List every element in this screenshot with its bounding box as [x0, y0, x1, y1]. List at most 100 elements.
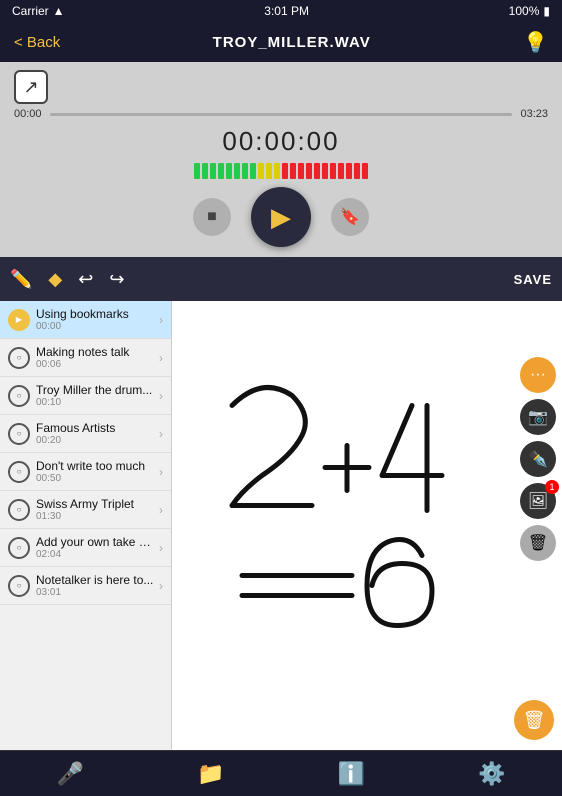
vu-bar: [234, 163, 240, 179]
playlist-item[interactable]: ○Troy Miller the drum...00:10›: [0, 377, 171, 415]
mic-icon: 🎤: [57, 761, 84, 787]
playlist-item[interactable]: ○Making notes talk00:06›: [0, 339, 171, 377]
playlist-item-time: 00:50: [36, 473, 155, 484]
vu-bar: [274, 163, 280, 179]
playlist-item-text: Troy Miller the drum...00:10: [36, 383, 155, 408]
player-top-row: ↗: [14, 70, 548, 104]
playlist-item-time: 01:30: [36, 511, 155, 522]
nav-bar: < Back TROY_MILLER.WAV 💡: [0, 22, 562, 62]
nav-title: TROY_MILLER.WAV: [213, 34, 371, 51]
playlist-item-text: Famous Artists00:20: [36, 421, 155, 446]
vu-bar: [250, 163, 256, 179]
vu-bar: [330, 163, 336, 179]
pencil-tool[interactable]: ✏️: [10, 269, 32, 290]
vu-bar: [314, 163, 320, 179]
status-left: Carrier ▲: [12, 4, 65, 18]
playlist-item[interactable]: ○Add your own take o...02:04›: [0, 529, 171, 567]
tab-settings[interactable]: ⚙️: [422, 761, 562, 787]
playlist-item-time: 00:06: [36, 359, 155, 370]
dots-icon: ···: [530, 366, 546, 384]
vu-bar: [290, 163, 296, 179]
play-button[interactable]: ▶: [251, 187, 311, 247]
playlist-item[interactable]: ○Famous Artists00:20›: [0, 415, 171, 453]
progress-track[interactable]: [50, 113, 513, 116]
playlist-item-icon: ○: [8, 575, 30, 597]
draw-toolbar: ✏️ ◆ ↩ ↪ SAVE: [0, 257, 562, 301]
playlist-item-title: Notetalker is here to...: [36, 573, 155, 587]
vu-bar: [258, 163, 264, 179]
right-float-toolbar: ··· 📷 ✒️ 🖼 1 🗑: [514, 351, 562, 567]
start-time: 00:00: [14, 108, 42, 120]
vu-bar: [218, 163, 224, 179]
playlist-item-text: Swiss Army Triplet01:30: [36, 497, 155, 522]
chevron-icon: ›: [159, 351, 163, 365]
tab-info[interactable]: ℹ️: [281, 761, 422, 787]
playlist-item-title: Add your own take o...: [36, 535, 155, 549]
content-area: ✏️ ◆ ↩ ↪ SAVE ▶Using bookmarks00:00› ○ Mak…: [0, 257, 562, 750]
save-button[interactable]: SAVE: [514, 272, 552, 287]
chevron-icon: ›: [159, 389, 163, 403]
back-button[interactable]: < Back: [14, 34, 60, 51]
info-icon: ℹ️: [338, 761, 365, 787]
image-button[interactable]: 🖼 1: [520, 483, 556, 519]
tab-mic[interactable]: 🎤: [0, 761, 141, 787]
camera-button[interactable]: 📷: [520, 399, 556, 435]
vu-bar: [242, 163, 248, 179]
vu-bar: [362, 163, 368, 179]
playlist-item[interactable]: ▶Using bookmarks00:00›: [0, 301, 171, 339]
vu-bar: [338, 163, 344, 179]
pen-icon: ✒️: [528, 449, 548, 469]
drawing-canvas[interactable]: ··· 📷 ✒️ 🖼 1 🗑: [172, 301, 562, 750]
playlist-item-time: 00:20: [36, 435, 155, 446]
export-button[interactable]: ↗: [14, 70, 48, 104]
vu-bar: [298, 163, 304, 179]
tab-folder[interactable]: 📁: [141, 761, 282, 787]
battery-icon: ▮: [543, 4, 550, 18]
drawing-panel: ··· 📷 ✒️ 🖼 1 🗑: [172, 301, 562, 750]
delete-icon: 🗑: [523, 710, 546, 731]
playlist-item-text: Don't write too much00:50: [36, 459, 155, 484]
bottom-tabbar: 🎤 📁 ℹ️ ⚙️: [0, 750, 562, 796]
playlist-item-text: Add your own take o...02:04: [36, 535, 155, 560]
playlist-item-text: Notetalker is here to...03:01: [36, 573, 155, 598]
playlist-item-title: Famous Artists: [36, 421, 155, 435]
playlist-item-time: 02:04: [36, 549, 155, 560]
bookmark-icon: 🔖: [340, 207, 360, 227]
vu-bar: [306, 163, 312, 179]
bulb-icon[interactable]: 💡: [523, 30, 548, 55]
playlist-item[interactable]: ○Don't write too much00:50›: [0, 453, 171, 491]
eraser-tool[interactable]: ◆: [48, 269, 62, 290]
vu-bar: [322, 163, 328, 179]
stop-button[interactable]: ■: [193, 198, 231, 236]
status-bar: Carrier ▲ 3:01 PM 100% ▮: [0, 0, 562, 22]
playlist-item-title: Swiss Army Triplet: [36, 497, 155, 511]
redo-tool[interactable]: ↪: [109, 269, 124, 290]
controls-row: ■ ▶ 🔖: [193, 187, 369, 247]
playlist-item[interactable]: ○ Notetalker is here to...03:01 ›: [0, 567, 171, 605]
undo-tool[interactable]: ↩: [78, 269, 93, 290]
end-time: 03:23: [520, 108, 548, 120]
playlist-item-title: Troy Miller the drum...: [36, 383, 155, 397]
playlist-item[interactable]: ○Swiss Army Triplet01:30›: [0, 491, 171, 529]
chevron-icon: ›: [159, 427, 163, 441]
folder-icon: 📁: [197, 761, 224, 787]
playlist-panel: ▶Using bookmarks00:00› ○ Making notes talk…: [0, 301, 172, 750]
playlist-item-time: 00:10: [36, 397, 155, 408]
playlist-item-time: 03:01: [36, 587, 155, 598]
bookmark-button[interactable]: 🔖: [331, 198, 369, 236]
playlist-item-icon: ▶: [8, 309, 30, 331]
more-options-button[interactable]: ···: [520, 357, 556, 393]
panels-row: ▶Using bookmarks00:00› ○ Making notes talk…: [0, 301, 562, 750]
playlist-item-title: Don't write too much: [36, 459, 155, 473]
camera-icon: 📷: [528, 407, 548, 427]
chevron-icon: ›: [159, 579, 163, 593]
playlist-item-text: Making notes talk00:06: [36, 345, 155, 370]
vu-bar: [346, 163, 352, 179]
player-area: ↗ 00:00 03:23 00:00:00: [0, 62, 562, 257]
delete-button[interactable]: 🗑: [514, 700, 554, 740]
vu-bar: [210, 163, 216, 179]
settings-icon: ⚙️: [478, 761, 505, 787]
trash-float-button[interactable]: 🗑: [520, 525, 556, 561]
vu-bar: [194, 163, 200, 179]
pen-button[interactable]: ✒️: [520, 441, 556, 477]
